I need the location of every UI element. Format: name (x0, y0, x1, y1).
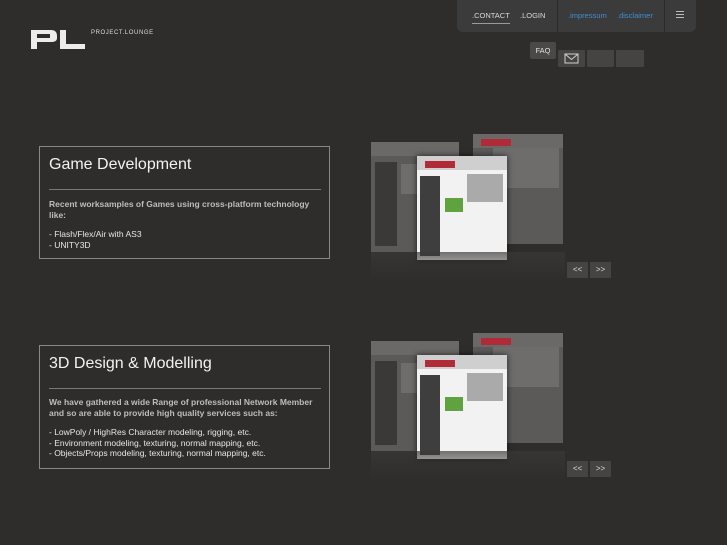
section-title: 3D Design & Modelling (49, 355, 212, 372)
section-lead: We have gathered a wide Range of profess… (49, 397, 313, 418)
nav-impressum-link[interactable]: .impressum (568, 11, 607, 20)
logo[interactable]: PROJECT.LOUNGE (29, 28, 154, 50)
pl-logo-mark (31, 30, 85, 49)
next-button[interactable]: >> (590, 461, 611, 477)
list-item: - UNITY3D (49, 239, 91, 250)
faq-button[interactable]: FAQ (530, 42, 556, 59)
section-title: Game Development (49, 156, 192, 173)
hamburger-icon[interactable] (676, 11, 684, 18)
divider (49, 388, 321, 389)
nav-contact-link[interactable]: .CONTACT (472, 11, 510, 24)
list-item: - Flash/Flex/Air with AS3 (49, 229, 142, 239)
3d-design-pager: << >> (567, 461, 611, 477)
nav-login-link[interactable]: .LOGIN (520, 11, 545, 20)
nav-divider (664, 0, 665, 32)
game-dev-pager: << >> (567, 262, 611, 278)
section-lead: Recent worksamples of Games using cross-… (49, 199, 310, 220)
next-button[interactable]: >> (590, 262, 611, 278)
nav-disclaimer-link[interactable]: .disclaimer (617, 11, 653, 20)
list-item: - Environment modeling, texturing, norma… (49, 437, 261, 448)
section-list: - LowPoly / HighRes Character modeling, … (49, 427, 266, 459)
toolbar-button[interactable] (587, 50, 614, 67)
section-game-development: Game Development Recent worksamples of G… (39, 146, 330, 259)
prev-button[interactable]: << (567, 262, 588, 278)
nav-divider (557, 0, 558, 32)
toolbar-button[interactable] (616, 50, 644, 67)
section-3d-design: 3D Design & Modelling We have gathered a… (39, 345, 330, 469)
list-item: - Objects/Props modeling, texturing, nor… (49, 448, 266, 458)
3d-design-preview[interactable] (371, 333, 565, 481)
mail-button[interactable] (558, 50, 585, 67)
mail-icon (564, 53, 579, 64)
logo-text: PROJECT.LOUNGE (91, 30, 154, 36)
section-list: - Flash/Flex/Air with AS3 - UNITY3D (49, 229, 142, 250)
divider (49, 189, 321, 190)
list-item: - LowPoly / HighRes Character modeling, … (49, 427, 252, 437)
prev-button[interactable]: << (567, 461, 588, 477)
game-dev-preview[interactable] (371, 134, 565, 282)
